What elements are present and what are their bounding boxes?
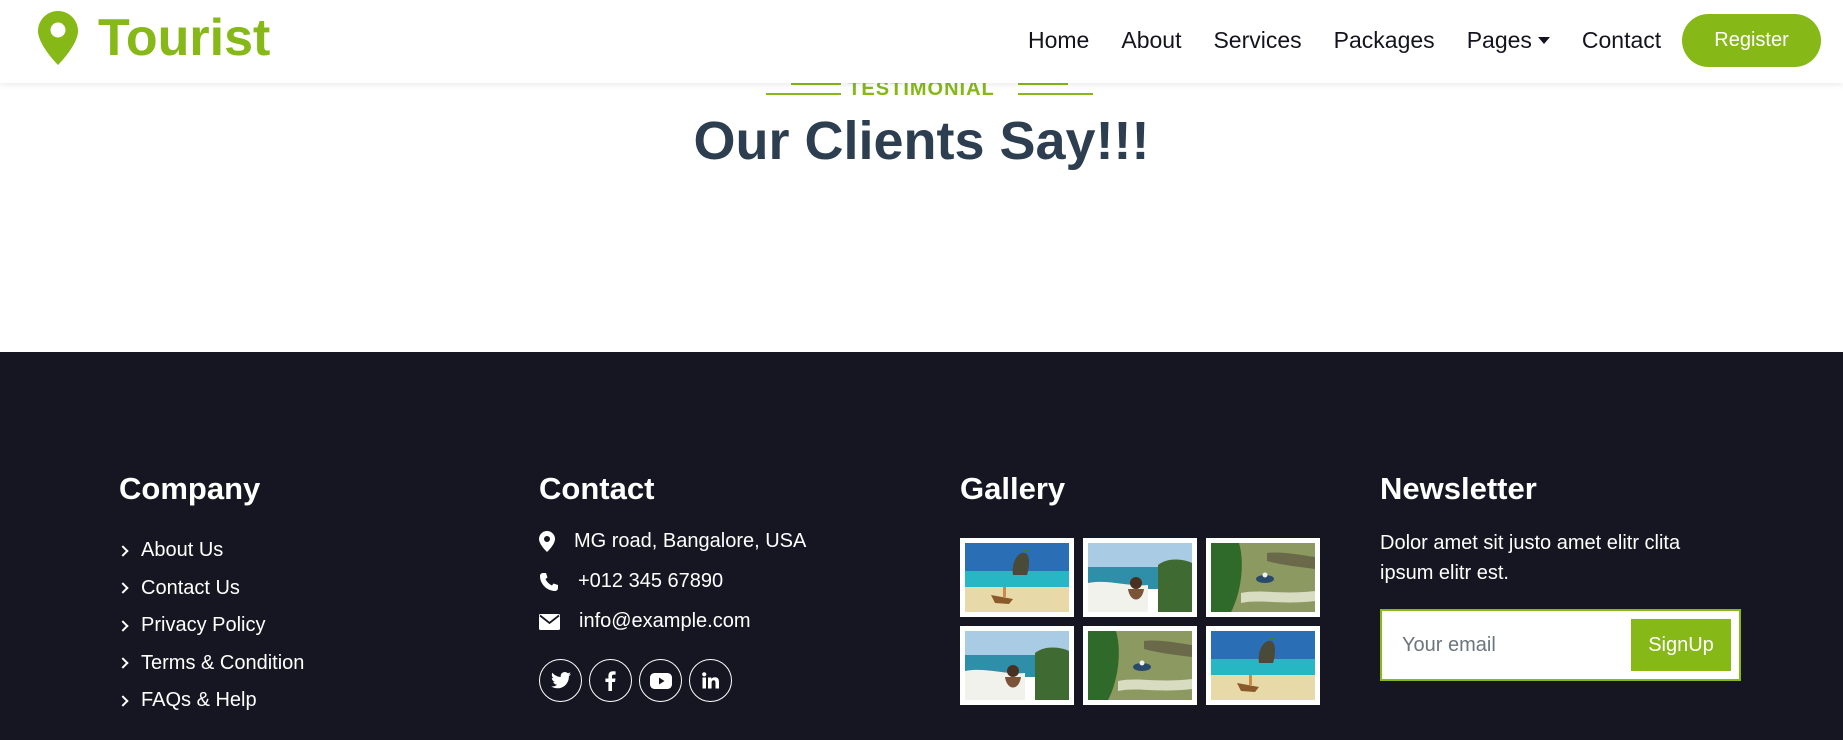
gallery-grid [960, 538, 1320, 705]
twitter-button[interactable] [539, 659, 582, 702]
contact-email: info@example.com [539, 610, 750, 633]
newsletter-email-input[interactable] [1402, 621, 1622, 669]
footer-link-faqs[interactable]: FAQs & Help [117, 682, 304, 720]
register-button[interactable]: Register [1682, 14, 1821, 67]
nav-services[interactable]: Services [1213, 27, 1301, 54]
footer-link-contact[interactable]: Contact Us [117, 570, 304, 608]
brand-logo[interactable]: Tourist [38, 10, 270, 66]
brand-name: Tourist [98, 9, 271, 67]
signup-button[interactable]: SignUp [1631, 619, 1731, 671]
gallery-thumb-river-boat-2[interactable] [1083, 626, 1197, 705]
beach-woman-image [1088, 543, 1192, 612]
phone-icon [540, 572, 558, 591]
nav-pages-dropdown[interactable]: Pages [1467, 27, 1550, 54]
nav-packages[interactable]: Packages [1334, 27, 1435, 54]
chevron-right-icon [117, 582, 129, 594]
chevron-right-icon [117, 545, 129, 557]
contact-address: MG road, Bangalore, USA [539, 530, 806, 553]
river-boat-image [1211, 543, 1315, 612]
linkedin-button[interactable] [689, 659, 732, 702]
contact-phone: +012 345 67890 [539, 570, 723, 593]
newsletter-title: Newsletter [1380, 471, 1537, 506]
social-links [539, 659, 739, 702]
beach-woman-image [965, 631, 1069, 700]
newsletter-form: SignUp [1380, 609, 1741, 681]
section-title: Our Clients Say!!! [693, 111, 1150, 171]
contact-phone-text: +012 345 67890 [578, 570, 724, 592]
newsletter-text: Dolor amet sit justo amet elitr clita ip… [1380, 532, 1681, 584]
contact-email-text: info@example.com [579, 610, 751, 632]
youtube-button[interactable] [639, 659, 682, 702]
contact-address-text: MG road, Bangalore, USA [574, 530, 807, 552]
linkedin-icon [702, 672, 719, 689]
footer-link-label: Terms & Condition [141, 651, 305, 674]
gallery-thumb-beach-woman[interactable] [1083, 538, 1197, 617]
beach-boat-image [1211, 631, 1315, 700]
beach-boat-image [965, 543, 1069, 612]
chevron-right-icon [117, 657, 129, 669]
gallery-thumb-beach-boat[interactable] [960, 538, 1074, 617]
company-title: Company [119, 471, 261, 506]
nav-contact[interactable]: Contact [1582, 27, 1661, 54]
footer-link-label: About Us [141, 539, 224, 562]
footer-link-privacy[interactable]: Privacy Policy [117, 607, 304, 645]
caret-down-icon [1537, 36, 1550, 44]
map-marker-icon [539, 531, 555, 552]
chevron-right-icon [117, 620, 129, 632]
chevron-right-icon [117, 695, 129, 707]
footer-link-about[interactable]: About Us [117, 532, 304, 570]
gallery-title: Gallery [960, 471, 1066, 506]
contact-title: Contact [539, 471, 655, 506]
river-boat-image [1088, 631, 1192, 700]
nav-about[interactable]: About [1121, 27, 1181, 54]
company-links: About Us Contact Us Privacy Policy Terms… [117, 532, 305, 720]
map-pin-icon [38, 11, 78, 65]
nav-home[interactable]: Home [1028, 27, 1089, 54]
navbar: Tourist Home About Services Packages Pag… [0, 0, 1843, 83]
nav-menu: Home About Services Packages Pages Conta… [1028, 0, 1693, 80]
twitter-icon [550, 672, 571, 689]
envelope-icon [539, 613, 560, 630]
gallery-thumb-beach-boat-2[interactable] [1206, 626, 1320, 705]
youtube-icon [649, 672, 672, 689]
gallery-thumb-beach-woman-2[interactable] [960, 626, 1074, 705]
footer-link-label: Privacy Policy [141, 614, 266, 637]
nav-pages-label: Pages [1466, 26, 1532, 53]
footer-link-label: FAQs & Help [141, 689, 257, 712]
footer-link-label: Contact Us [141, 576, 240, 599]
footer-link-terms[interactable]: Terms & Condition [117, 645, 305, 683]
footer: Company About Us Contact Us Privacy Poli… [0, 352, 1843, 740]
facebook-icon [605, 670, 616, 691]
facebook-button[interactable] [589, 659, 632, 702]
gallery-thumb-river-boat[interactable] [1206, 538, 1320, 617]
